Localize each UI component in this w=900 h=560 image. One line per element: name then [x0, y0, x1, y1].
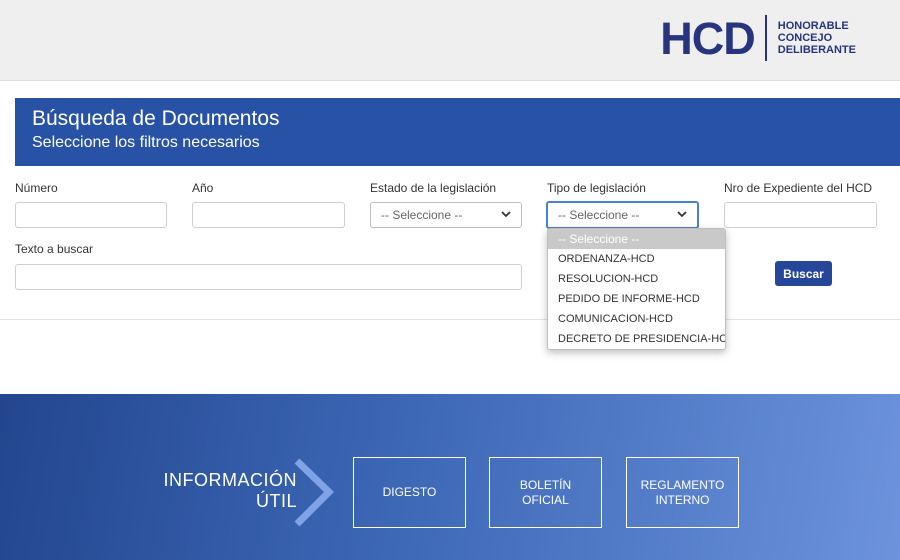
dropdown-option-placeholder[interactable]: -- Seleccione --: [548, 229, 725, 249]
boletin-oficial-link[interactable]: BOLETÍN OFICIAL: [489, 457, 602, 528]
page-subtitle: Seleccione los filtros necesarios: [32, 134, 260, 151]
dropdown-option-pedido-informe[interactable]: PEDIDO DE INFORME-HCD: [548, 289, 725, 309]
section-divider: [0, 319, 900, 320]
numero-label: Número: [15, 181, 58, 195]
estado-selected-value: -- Seleccione --: [381, 208, 463, 222]
reglamento-interno-link[interactable]: REGLAMENTO INTERNO: [626, 457, 739, 528]
numero-input[interactable]: [15, 202, 167, 228]
logo-separator: [764, 15, 767, 61]
page-title: Búsqueda de Documentos: [32, 107, 280, 130]
logo-text: HONORABLE CONCEJO DELIBERANTE: [778, 20, 856, 56]
dropdown-option-ordenanza[interactable]: ORDENANZA-HCD: [548, 249, 725, 269]
digesto-link[interactable]: DIGESTO: [353, 457, 466, 528]
reglamento-label-line-2: INTERNO: [655, 492, 710, 507]
tipo-select[interactable]: -- Seleccione --: [546, 201, 699, 229]
boletin-label-line-1: BOLETÍN: [519, 477, 572, 492]
estado-select[interactable]: -- Seleccione --: [370, 202, 522, 228]
anio-input[interactable]: [192, 202, 345, 228]
hcd-logo[interactable]: HCD HONORABLE CONCEJO DELIBERANTE: [660, 15, 856, 61]
logo-line-1: HONORABLE: [777, 20, 849, 32]
info-title-line-1: INFORMACIÓN: [163, 470, 297, 490]
reglamento-label: REGLAMENTO INTERNO: [641, 478, 725, 508]
boletin-label-line-2: OFICIAL: [522, 492, 569, 507]
chevron-down-icon: [501, 210, 511, 221]
tipo-selected-value: -- Seleccione --: [558, 208, 640, 222]
digesto-label-line-1: DIGESTO: [382, 485, 437, 499]
search-banner: Búsqueda de Documentos Seleccione los fi…: [15, 98, 900, 166]
tipo-label: Tipo de legislación: [547, 181, 646, 195]
chevron-right-icon: [294, 458, 334, 527]
logo-mark: HCD: [660, 12, 755, 64]
dropdown-option-resolucion[interactable]: RESOLUCION-HCD: [548, 269, 725, 289]
top-header: HCD HONORABLE CONCEJO DELIBERANTE: [0, 0, 900, 81]
chevron-down-icon: [677, 210, 687, 221]
dropdown-option-decreto[interactable]: DECRETO DE PRESIDENCIA-HCD: [548, 329, 725, 349]
tipo-dropdown-list: -- Seleccione -- ORDENANZA-HCD RESOLUCIO…: [547, 228, 726, 350]
expediente-label: Nro de Expediente del HCD: [724, 181, 873, 195]
dropdown-option-comunicacion[interactable]: COMUNICACION-HCD: [548, 309, 725, 329]
logo-line-2: CONCEJO: [777, 32, 833, 44]
info-title-line-2: ÚTIL: [255, 491, 297, 511]
boletin-label: BOLETÍN OFICIAL: [520, 478, 571, 508]
anio-label: Año: [192, 181, 214, 195]
buscar-button[interactable]: Buscar: [775, 261, 832, 286]
estado-label: Estado de la legislación: [370, 181, 497, 195]
reglamento-label-line-1: REGLAMENTO: [640, 477, 725, 492]
info-footer: INFORMACIÓN ÚTIL DIGESTO BOLETÍN OFICIAL…: [0, 394, 900, 560]
texto-input[interactable]: [15, 264, 522, 290]
texto-label: Texto a buscar: [15, 242, 94, 256]
logo-line-3: DELIBERANTE: [777, 44, 856, 56]
search-section: Búsqueda de Documentos Seleccione los fi…: [0, 82, 900, 378]
digesto-label: DIGESTO: [383, 485, 437, 500]
expediente-input[interactable]: [724, 202, 877, 228]
info-title: INFORMACIÓN ÚTIL: [160, 470, 297, 512]
